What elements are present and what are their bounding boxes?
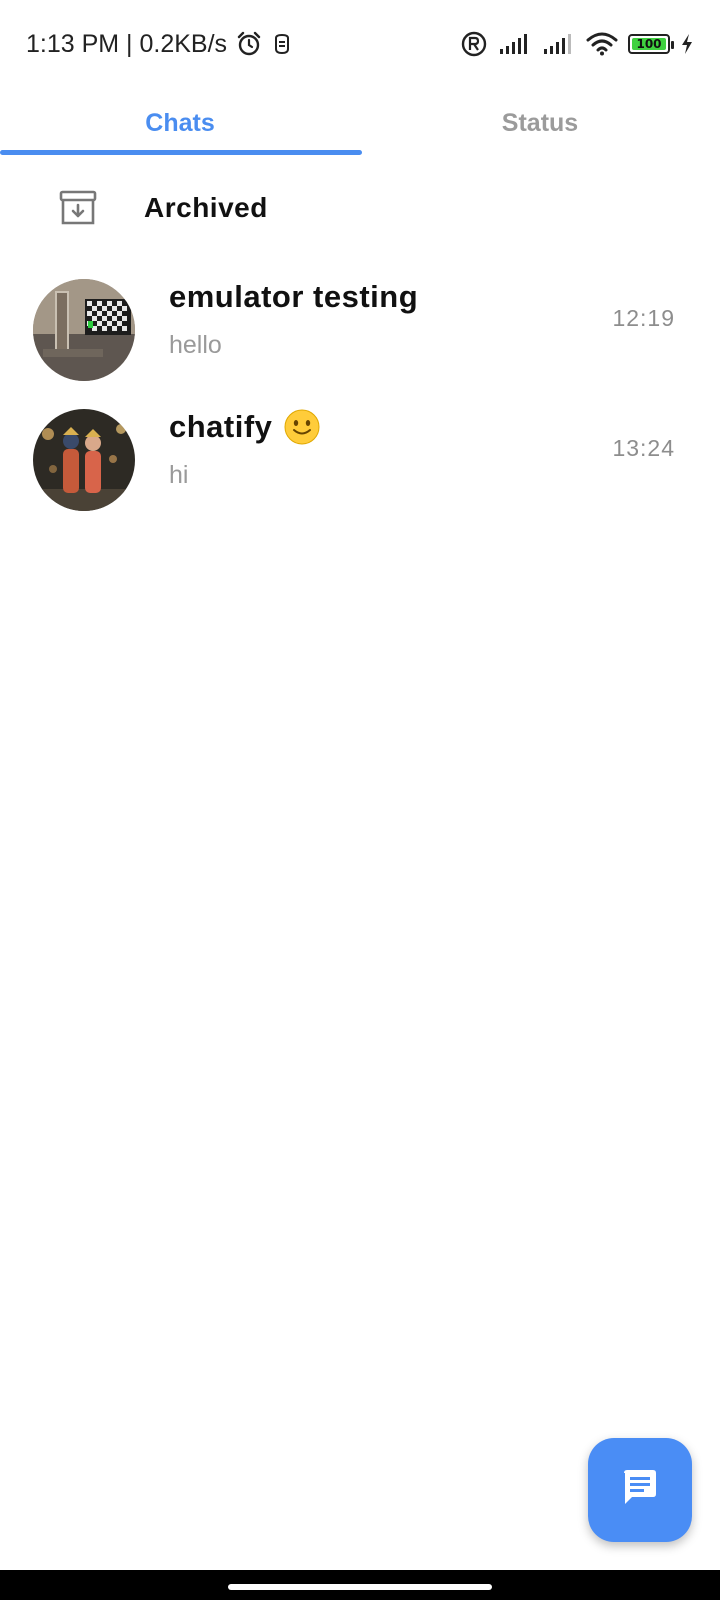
- system-nav-bar: [0, 1570, 720, 1600]
- chat-time: 13:24: [612, 435, 675, 461]
- signal-icon: [498, 32, 532, 56]
- status-time-speed: 1:13 PM | 0.2KB/s: [26, 29, 228, 58]
- notification-icon: [271, 32, 293, 56]
- status-left: 1:13 PM | 0.2KB/s: [26, 30, 293, 59]
- chat-last-message: hello: [169, 331, 222, 359]
- status-bar: 1:13 PM | 0.2KB/s 100: [0, 0, 720, 88]
- chat-list: emulator testing hello 12:19 chatify hi …: [0, 265, 720, 525]
- chat-name-text: chatify: [169, 409, 273, 444]
- avatar: [33, 279, 135, 381]
- chat-name-text: emulator testing: [169, 279, 419, 314]
- tab-status-label: Status: [501, 108, 579, 137]
- chat-last-message: hi: [169, 461, 189, 489]
- archive-icon: [58, 188, 98, 228]
- battery-level: 100: [636, 37, 662, 51]
- chat-name: chatify: [169, 409, 320, 445]
- archived-row[interactable]: Archived: [0, 176, 720, 240]
- tab-chats[interactable]: Chats: [0, 88, 360, 158]
- tab-bar: Chats Status: [0, 88, 720, 158]
- new-chat-icon: [620, 1468, 660, 1513]
- tab-chats-label: Chats: [145, 108, 215, 137]
- chat-row-emulator-testing[interactable]: emulator testing hello 12:19: [0, 265, 720, 395]
- alarm-icon: [235, 30, 263, 58]
- tab-indicator: [0, 150, 362, 155]
- chat-texts: chatify hi: [169, 409, 320, 490]
- app-screen: 1:13 PM | 0.2KB/s 100 Chats Status Archi…: [0, 0, 720, 1600]
- new-chat-button[interactable]: [588, 1438, 692, 1542]
- chat-texts: emulator testing hello: [169, 279, 418, 360]
- battery-icon: 100: [628, 34, 674, 54]
- slightly-smiling-face-icon: [284, 409, 320, 445]
- tab-status[interactable]: Status: [360, 88, 720, 158]
- chat-row-chatify[interactable]: chatify hi 13:24: [0, 395, 720, 525]
- avatar: [33, 409, 135, 511]
- home-indicator[interactable]: [228, 1584, 492, 1590]
- chat-name: emulator testing: [169, 279, 418, 315]
- charging-icon: [680, 33, 694, 55]
- archived-label: Archived: [144, 192, 268, 223]
- chat-time: 12:19: [612, 305, 675, 331]
- wifi-icon: [586, 32, 618, 56]
- registered-icon: [460, 30, 488, 58]
- status-right: 100: [460, 30, 694, 58]
- signal-icon: [542, 32, 576, 56]
